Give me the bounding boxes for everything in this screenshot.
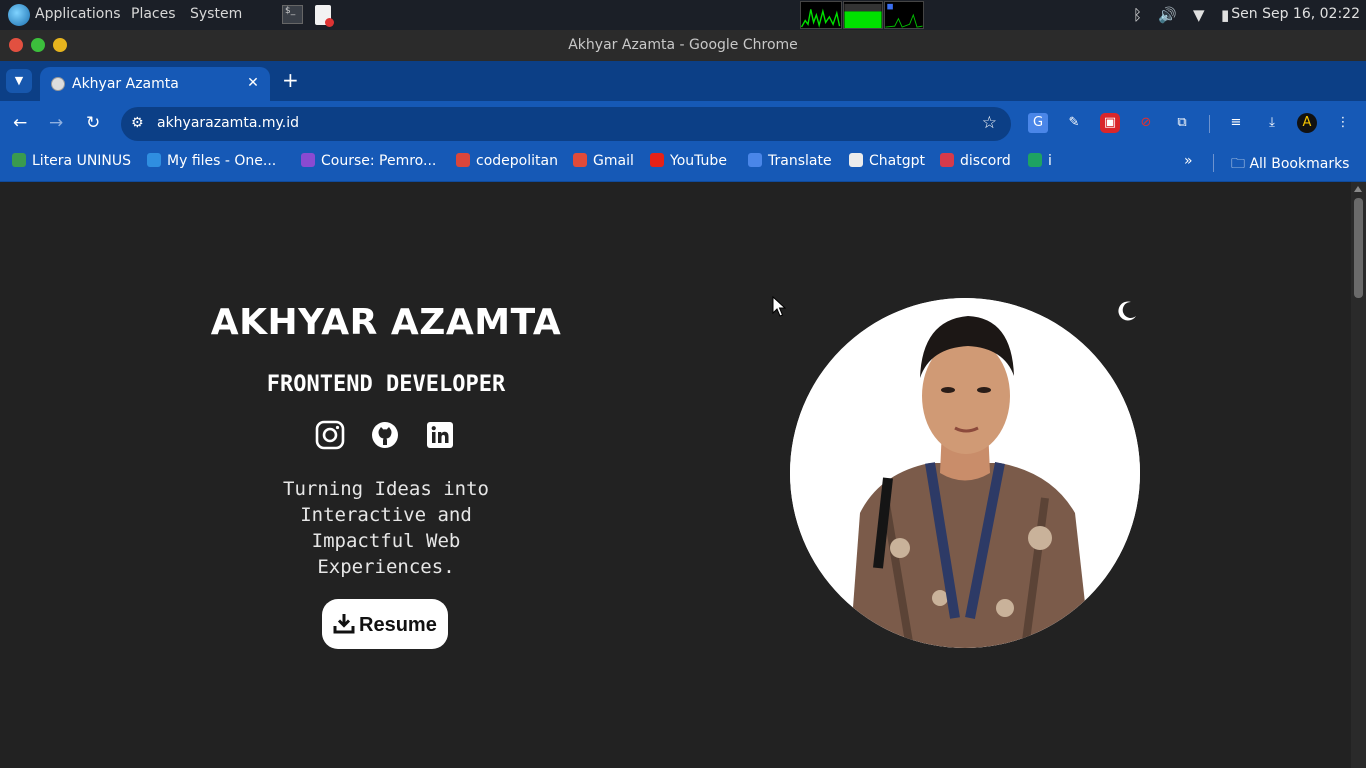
text-editor-launcher-icon[interactable] [315, 5, 334, 27]
bookmark-favicon-icon [12, 153, 26, 167]
bookmark-gmail[interactable]: Gmail [573, 153, 634, 169]
menu-places[interactable]: Places [131, 6, 176, 22]
tab-akhyar-azamta[interactable]: Akhyar Azamta ✕ [40, 67, 270, 101]
network-monitor-graph [884, 1, 924, 29]
chrome-menu-icon[interactable]: ⋮ [1333, 113, 1353, 133]
social-links [315, 420, 455, 452]
page-content: AKHYAR AZAMTA FRONTEND DEVELOPER Turning… [0, 182, 1351, 768]
reload-button[interactable]: ↻ [86, 113, 100, 133]
browser-toolbar: ← → ↻ ⚙ akhyarazamta.my.id ☆ G ✎ ▣ ⊘ ⧉ ≡… [0, 101, 1366, 146]
scrollbar-thumb[interactable] [1354, 198, 1363, 298]
bookmark-youtube[interactable]: YouTube [650, 153, 727, 169]
site-info-icon[interactable]: ⚙ [131, 115, 144, 131]
bookmark-favicon-icon [147, 153, 161, 167]
bookmark-course[interactable]: Course: Pemro... [301, 153, 436, 169]
bookmark-litera-uninus[interactable]: Litera UNINUS [12, 153, 131, 169]
tab-label: Akhyar Azamta [72, 76, 179, 92]
address-bar[interactable]: ⚙ akhyarazamta.my.id ☆ [121, 107, 1011, 141]
instagram-icon[interactable] [315, 420, 345, 450]
distro-logo-icon[interactable] [8, 4, 30, 26]
extensions-puzzle-icon[interactable]: ⧉ [1172, 113, 1192, 133]
bookmark-favicon-icon [849, 153, 863, 167]
terminal-launcher-icon[interactable]: $_ [282, 5, 303, 24]
folder-icon: 🗀 [1231, 156, 1250, 172]
media-controls-icon[interactable]: ≡ [1226, 113, 1246, 133]
menu-applications[interactable]: Applications [35, 6, 121, 22]
back-button[interactable]: ← [13, 113, 27, 133]
bookmark-codepolitan[interactable]: codepolitan [456, 153, 558, 169]
volume-icon[interactable]: 🔊 [1158, 6, 1177, 24]
profile-photo [790, 298, 1140, 648]
bookmark-chatgpt[interactable]: Chatgpt [849, 153, 925, 169]
menu-system[interactable]: System [190, 6, 242, 22]
clock[interactable]: Sen Sep 16, 02:22 [1231, 6, 1360, 22]
all-bookmarks-button[interactable]: 🗀 All Bookmarks [1231, 153, 1349, 177]
chevron-down-icon: ▼ [14, 74, 24, 87]
bookmarks-separator [1213, 154, 1214, 172]
tagline: Turning Ideas into Interactive and Impac… [283, 478, 489, 578]
block-extension-icon[interactable]: ⊘ [1136, 113, 1156, 133]
site-favicon-icon [51, 77, 65, 91]
google-translate-extension-icon[interactable]: G [1028, 113, 1048, 133]
moon-icon[interactable] [1116, 300, 1138, 322]
bookmark-favicon-icon [748, 153, 762, 167]
download-icon [333, 614, 355, 634]
cpu-monitor-graph [800, 1, 842, 29]
bookmark-i[interactable]: i [1028, 153, 1052, 169]
toolbar-separator [1209, 115, 1210, 133]
url-text[interactable]: akhyarazamta.my.id [157, 115, 299, 131]
bookmark-favicon-icon [573, 153, 587, 167]
github-icon[interactable] [370, 420, 400, 450]
bookmark-favicon-icon [1028, 153, 1042, 167]
bookmarks-bar: Litera UNINUS My files - One... Course: … [0, 146, 1366, 182]
more-bookmarks-chevron-icon[interactable]: » [1184, 153, 1193, 169]
bookmark-favicon-icon [301, 153, 315, 167]
bookmark-onedrive[interactable]: My files - One... [147, 153, 276, 169]
window-title: Akhyar Azamta - Google Chrome [568, 37, 798, 53]
portrait-illustration [790, 298, 1140, 648]
bookmark-star-icon[interactable]: ☆ [982, 113, 997, 133]
bookmark-translate[interactable]: Translate [748, 153, 832, 169]
bookmark-discord[interactable]: discord [940, 153, 1011, 169]
linkedin-icon[interactable] [425, 420, 455, 450]
lock-extension-icon[interactable]: ▣ [1100, 113, 1120, 133]
downloads-icon[interactable]: ⤓ [1262, 113, 1282, 133]
bookmark-favicon-icon [940, 153, 954, 167]
bookmark-favicon-icon [456, 153, 470, 167]
scroll-up-arrow-icon[interactable] [1354, 186, 1362, 192]
resume-download-button[interactable]: Resume [322, 599, 448, 649]
hero-role: FRONTEND DEVELOPER [266, 372, 506, 397]
window-titlebar: Akhyar Azamta - Google Chrome [0, 30, 1366, 61]
battery-icon[interactable]: ▮ [1221, 6, 1229, 24]
close-tab-icon[interactable]: ✕ [244, 74, 262, 92]
new-tab-button[interactable]: + [282, 70, 299, 90]
eyedropper-extension-icon[interactable]: ✎ [1064, 113, 1084, 133]
bluetooth-icon[interactable]: ᛒ [1133, 6, 1142, 24]
page-scrollbar[interactable] [1351, 182, 1366, 768]
memory-monitor-graph [843, 1, 883, 29]
tab-search-button[interactable]: ▼ [6, 69, 32, 93]
mouse-cursor-icon [772, 296, 786, 317]
tab-strip: ▼ Akhyar Azamta ✕ + [0, 61, 1366, 101]
forward-button[interactable]: → [49, 113, 63, 133]
desktop-top-panel: Applications Places System $_ ᛒ 🔊 ▼ ▮ Se… [0, 0, 1366, 30]
hero-name: AKHYAR AZAMTA [210, 302, 562, 343]
wifi-icon[interactable]: ▼ [1193, 6, 1205, 24]
profile-avatar[interactable]: A [1297, 113, 1317, 133]
bookmark-favicon-icon [650, 153, 664, 167]
